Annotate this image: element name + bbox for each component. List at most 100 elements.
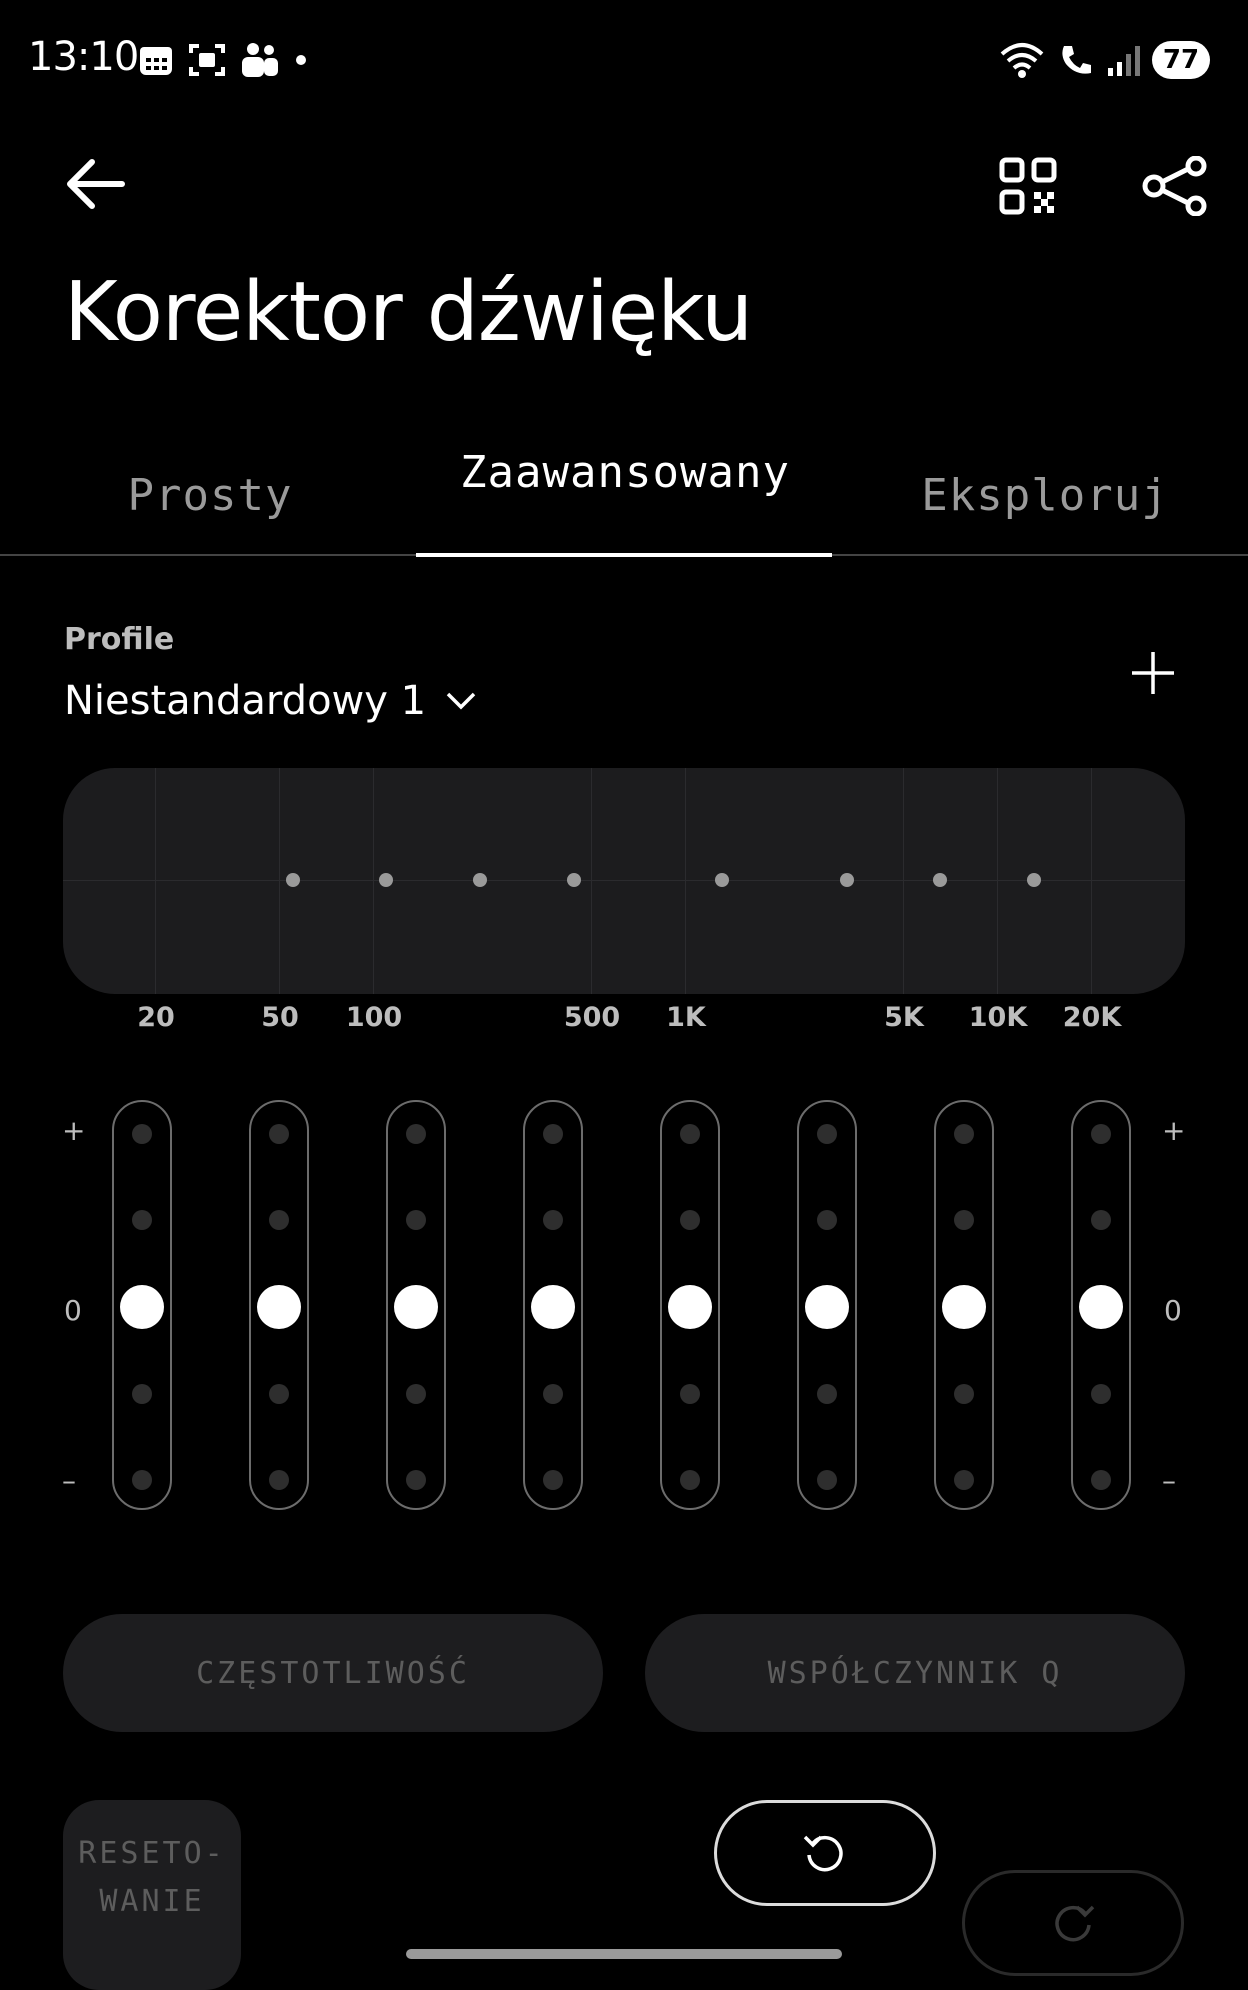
graph-band-point[interactable] [567,873,581,887]
chevron-down-icon [446,692,476,710]
slider-step-dot [406,1470,426,1490]
eq-slider-band-2[interactable] [249,1100,309,1510]
undo-button[interactable] [714,1800,936,1906]
graph-gridline [1091,768,1092,994]
tab-eksploruj[interactable]: Eksploruj [900,470,1190,521]
slider-step-dot [543,1470,563,1490]
slider-step-dot [817,1384,837,1404]
graph-gridline [373,768,374,994]
graph-gridline [997,768,998,994]
wifi-call-icon [1062,46,1091,74]
slider-knob[interactable] [1079,1285,1123,1329]
eq-slider-band-6[interactable] [797,1100,857,1510]
slider-step-dot [132,1384,152,1404]
slider-step-dot [543,1124,563,1144]
graph-band-point[interactable] [933,873,947,887]
eq-slider-band-4[interactable] [523,1100,583,1510]
graph-band-point[interactable] [715,873,729,887]
slider-knob[interactable] [942,1285,986,1329]
slider-step-dot [1091,1210,1111,1230]
slider-step-dot [269,1124,289,1144]
eq-slider-band-5[interactable] [660,1100,720,1510]
slider-step-dot [1091,1384,1111,1404]
graph-band-point[interactable] [286,873,300,887]
slider-knob[interactable] [668,1285,712,1329]
graph-gridline [155,768,156,994]
slider-knob[interactable] [120,1285,164,1329]
dot-icon [296,55,306,65]
redo-icon [1055,1905,1095,1942]
slider-step-dot [954,1210,974,1230]
freq-label: 100 [345,1002,403,1033]
eq-slider-band-7[interactable] [934,1100,994,1510]
slider-step-dot [543,1210,563,1230]
slider-step-dot [817,1210,837,1230]
slider-step-dot [1091,1124,1111,1144]
calendar-icon [140,47,172,75]
slider-step-dot [269,1384,289,1404]
slider-zero-label-right: 0 [1164,1294,1182,1327]
back-button[interactable] [62,152,132,216]
home-indicator[interactable] [406,1949,842,1959]
slider-step-dot [954,1384,974,1404]
reset-label-line2: WANIE [99,1884,205,1919]
profile-value: Niestandardowy 1 [64,678,427,724]
share-icon [1142,155,1207,217]
status-left-icons [138,40,308,80]
slider-step-dot [132,1210,152,1230]
freq-label: 20 [137,1002,175,1033]
graph-gridline [591,768,592,994]
freq-label: 1K [666,1002,706,1033]
page-title: Korektor dźwięku [64,265,753,360]
slider-knob[interactable] [394,1285,438,1329]
slider-knob[interactable] [531,1285,575,1329]
slider-step-dot [132,1470,152,1490]
graph-gridline [903,768,904,994]
tab-zaawansowany[interactable]: Zaawansowany [440,438,810,508]
slider-step-dot [817,1124,837,1144]
slider-step-dot [680,1124,700,1144]
freq-label: 20K [1062,1002,1122,1033]
frequency-button[interactable]: CZĘSTOTLIWOŚĆ [63,1614,603,1732]
slider-step-dot [406,1124,426,1144]
graph-band-point[interactable] [1027,873,1041,887]
slider-knob[interactable] [257,1285,301,1329]
back-arrow-icon [67,159,125,209]
reset-button[interactable]: RESETO- WANIE [63,1800,241,1990]
slider-step-dot [954,1124,974,1144]
plus-icon [1132,652,1174,694]
profile-dropdown[interactable]: Niestandardowy 1 [64,678,478,724]
eq-curve-graph[interactable] [63,768,1185,994]
slider-zero-label-left: 0 [64,1294,82,1327]
slider-step-dot [269,1210,289,1230]
slider-plus-label-right: + [1162,1114,1186,1147]
eq-slider-band-3[interactable] [386,1100,446,1510]
freq-label: 5K [884,1002,924,1033]
teams-icon [242,43,278,77]
graph-band-point[interactable] [379,873,393,887]
q-factor-button[interactable]: WSPÓŁCZYNNIK Q [645,1614,1185,1732]
share-button[interactable] [1142,155,1210,217]
slider-step-dot [1091,1470,1111,1490]
slider-step-dot [543,1384,563,1404]
redo-button[interactable] [962,1870,1184,1976]
graph-band-point[interactable] [840,873,854,887]
slider-knob[interactable] [805,1285,849,1329]
screenshot-icon [189,44,225,76]
battery-indicator: 77 [1152,41,1210,79]
signal-icon [1108,46,1140,76]
undo-icon [803,1835,843,1872]
graph-band-point[interactable] [473,873,487,887]
qr-code-button[interactable] [998,156,1058,216]
slider-step-dot [954,1470,974,1490]
slider-plus-label-left: + [62,1114,86,1147]
status-right-icons: 77 [998,40,1210,80]
slider-step-dot [269,1470,289,1490]
slider-step-dot [132,1124,152,1144]
tab-prosty[interactable]: Prosty [60,470,360,521]
add-profile-button[interactable] [1128,648,1178,698]
eq-slider-band-1[interactable] [112,1100,172,1510]
slider-step-dot [680,1384,700,1404]
eq-slider-band-8[interactable] [1071,1100,1131,1510]
graph-gridline [279,768,280,994]
